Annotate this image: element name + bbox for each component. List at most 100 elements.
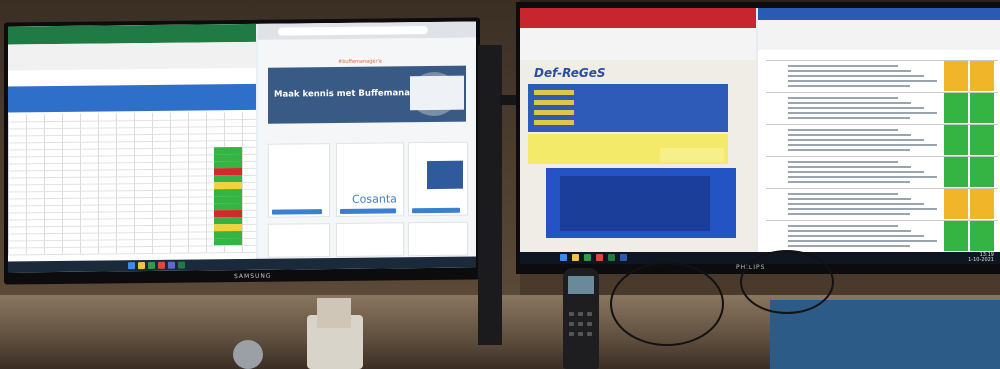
text-line (788, 240, 937, 242)
document-titlebar (758, 8, 1000, 20)
spreadsheet-window (8, 23, 256, 262)
right-monitor-screen: Def-ReGeS 13:19 1-10-2021 (520, 8, 1000, 264)
document-ribbon (758, 20, 1000, 50)
text-line (788, 181, 910, 183)
card-button (272, 209, 322, 215)
monitor-stand (478, 45, 502, 345)
browser-tabbar (258, 21, 476, 40)
text-line (788, 161, 898, 163)
text-line (788, 171, 924, 173)
text-line (788, 85, 910, 87)
nested-panel-inner (560, 176, 710, 231)
phone-key (587, 322, 592, 326)
content-card (268, 223, 330, 258)
cable (610, 262, 724, 346)
status-cell (970, 93, 994, 123)
text-line (788, 107, 924, 109)
hero-title: Maak kennis met Buffemanagert (274, 88, 431, 100)
app-toolbar (520, 28, 756, 60)
spreadsheet-ribbon (8, 41, 256, 71)
taskbar-app-icon (584, 254, 591, 261)
taskbar-app-icon (596, 254, 603, 261)
text-line (788, 102, 911, 104)
phone-key (569, 312, 574, 316)
cordless-phone (563, 268, 599, 369)
content-card (408, 141, 468, 217)
status-cell (944, 157, 968, 187)
sponsor-card (336, 142, 404, 218)
card-button (340, 208, 396, 214)
text-line (788, 225, 898, 227)
text-line (788, 139, 924, 141)
status-cell (944, 61, 968, 91)
taskbar-app-icon (620, 254, 627, 261)
login-form (410, 75, 464, 111)
text-line (788, 129, 898, 131)
status-cell (944, 189, 968, 219)
text-line (788, 230, 911, 232)
phone-key (578, 322, 583, 326)
text-line (788, 203, 924, 205)
phone-key (578, 332, 583, 336)
hero-banner: Maak kennis met Buffemanagert (268, 65, 466, 124)
table-row (8, 244, 256, 256)
phone-screen (568, 276, 594, 294)
left-monitor: #buffemanager'e Maak kennis met Buffeman… (4, 17, 480, 285)
grid-logo (427, 160, 463, 190)
address-bar (278, 26, 428, 36)
taskbar-clock: 13:19 1-10-2021 (968, 253, 994, 263)
card-reader (317, 298, 351, 328)
text-line (788, 65, 898, 67)
text-line (788, 112, 937, 114)
taskbar-app-icon (560, 254, 567, 261)
field-label (534, 110, 574, 115)
text-line (788, 75, 924, 77)
status-cell (970, 125, 994, 155)
content-card (268, 143, 330, 218)
office-desk-photo: #buffemanager'e Maak kennis met Buffeman… (0, 0, 1000, 369)
taskbar-app-icon (168, 261, 175, 269)
field-label (534, 90, 574, 95)
taskbar-app-icon (138, 262, 145, 270)
status-cell (970, 221, 994, 251)
cable (740, 250, 834, 314)
text-line (788, 149, 910, 151)
text-line (788, 193, 898, 195)
status-cell (944, 125, 968, 155)
taskbar-app-icon (178, 261, 185, 269)
text-line (788, 97, 898, 99)
browser-window: #buffemanager'e Maak kennis met Buffeman… (258, 21, 476, 259)
taskbar-app-icon (572, 254, 579, 261)
text-line (788, 134, 911, 136)
content-card (336, 222, 404, 258)
left-monitor-screen: #buffemanager'e Maak kennis met Buffeman… (8, 21, 476, 273)
phone-key (578, 312, 583, 316)
right-monitor: Def-ReGeS 13:19 1-10-2021 PHILIPS (516, 2, 1000, 274)
clock-date: 1-10-2021 (968, 257, 994, 263)
status-cell (944, 93, 968, 123)
input-field (660, 148, 724, 162)
card-button (412, 207, 460, 214)
text-line (788, 144, 937, 146)
app-titlebar (520, 8, 756, 28)
application-window: Def-ReGeS (520, 8, 756, 254)
taskbar-app-icon (128, 262, 135, 270)
site-brand-line: #buffemanager'e (338, 58, 382, 65)
text-line (788, 80, 937, 82)
document-window (758, 8, 1000, 254)
text-line (788, 117, 910, 119)
text-line (788, 70, 911, 72)
status-cell (970, 61, 994, 91)
status-cell (970, 189, 994, 219)
phone-key (569, 322, 574, 326)
text-line (788, 245, 910, 247)
monitor-brand: SAMSUNG (234, 272, 272, 281)
sponsor-logo-text: Cosanta (352, 192, 397, 206)
phone-key (569, 332, 574, 336)
text-line (788, 176, 937, 178)
app-title: Def-ReGeS (534, 66, 606, 80)
text-line (788, 213, 910, 215)
taskbar-app-icon (608, 254, 615, 261)
text-line (788, 208, 937, 210)
phone-key (587, 312, 592, 316)
